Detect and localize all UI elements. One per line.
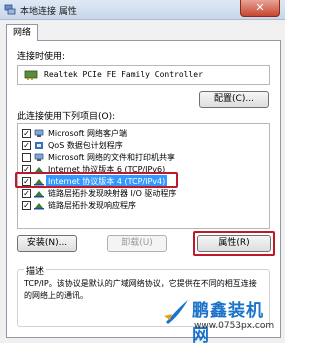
checkbox[interactable]: ✓ [22,189,31,198]
list-item[interactable]: ✓ 链路层拓扑发现响应程序 [18,199,269,211]
window-title: 本地连接 属性 [20,7,77,17]
file-sharing-icon [34,153,44,161]
connect-using-label: 连接时使用: [17,52,66,62]
item-label: QoS 数据包计划程序 [48,141,123,150]
title-bar: 本地连接 属性 ✕ [0,0,285,20]
checkbox[interactable] [22,153,31,162]
properties-highlight-box [193,231,275,256]
watermark: 鹏鑫装机网 www.0753px.com [162,296,280,343]
items-label: 此连接使用下列项目(O): [17,112,116,122]
watermark-brand: 鹏鑫装机网 [192,301,264,343]
watermark-url: www.0753px.com [194,321,275,331]
rocket-logo-icon [164,300,188,324]
network-connection-icon [4,4,16,15]
item-label: 链路层拓扑发现响应程序 [48,201,136,210]
item-label: Microsoft 网络客户端 [48,129,127,138]
list-item[interactable]: Microsoft 网络的文件和打印机共享 [18,151,269,163]
checkbox[interactable]: ✓ [22,201,31,210]
network-adapter-icon [24,70,38,80]
network-client-icon [34,129,44,137]
adapter-name: Realtek PCIe FE Family Controller [44,70,203,79]
item-label: Microsoft 网络的文件和打印机共享 [48,153,175,162]
uninstall-button[interactable]: 卸载(U) [107,235,167,252]
list-item[interactable]: ✓ 链路层拓扑发现映射器 I/O 驱动程序 [18,187,269,199]
networking-panel: 连接时使用: Realtek PCIe FE Family Controller… [6,40,281,338]
protocol-icon [34,191,44,198]
item-label: 链路层拓扑发现映射器 I/O 驱动程序 [48,189,177,198]
protocol-icon [34,203,44,210]
adapter-field: Realtek PCIe FE Family Controller [17,65,270,85]
ipv4-highlight-box [15,172,178,188]
checkbox[interactable]: ✓ [22,129,31,138]
configure-button[interactable]: 配置(C)... [199,91,269,108]
checkbox[interactable]: ✓ [22,141,31,150]
description-title: 描述 [24,264,47,277]
list-item[interactable]: ✓ Microsoft 网络客户端 [18,127,269,139]
list-item[interactable]: ✓ QoS 数据包计划程序 [18,139,269,151]
qos-icon [35,142,43,149]
close-button[interactable]: ✕ [240,0,280,17]
tab-networking[interactable]: 网络 [6,24,38,41]
install-button[interactable]: 安装(N)... [17,235,77,252]
properties-dialog: 网络 连接时使用: Realtek PCIe FE Family Control… [0,20,285,343]
